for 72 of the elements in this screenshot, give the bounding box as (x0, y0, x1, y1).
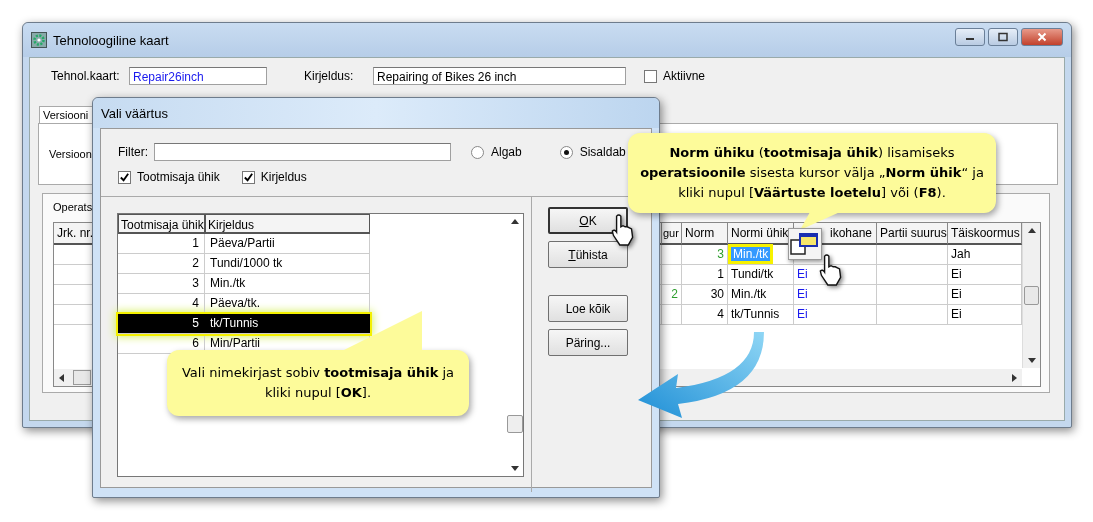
table-cell: 1 (682, 265, 728, 285)
unit-cell: 1 (118, 234, 205, 253)
column-header: Kirjeldus (205, 214, 370, 234)
close-button[interactable] (1021, 28, 1063, 46)
filter-field[interactable] (154, 143, 451, 161)
column-header: Tootmisaja ühik (118, 214, 205, 234)
scroll-thumb[interactable] (1024, 286, 1039, 305)
filter-label: Filter: (118, 145, 148, 159)
active-label: Aktiivne (663, 69, 706, 83)
value-list-icon[interactable] (788, 228, 822, 260)
dialog-button[interactable]: Päring... (548, 329, 628, 356)
column-header: Täiskoormus (948, 223, 1022, 245)
close-icon (1037, 32, 1047, 42)
radio-button[interactable] (471, 145, 484, 159)
radio-label: Algab (491, 145, 522, 159)
column-header: gur (662, 223, 682, 245)
scroll-down-icon[interactable] (1027, 358, 1036, 363)
checkbox[interactable] (241, 170, 255, 184)
scroll-right-icon[interactable] (1012, 373, 1017, 382)
card-field[interactable]: Repair26inch (129, 67, 267, 85)
column-header: Norm (682, 223, 728, 245)
column-header: Normi ühik (728, 223, 794, 245)
dialog-button[interactable]: Tühista (548, 241, 628, 268)
description-cell: tk/Tunnis (205, 314, 370, 333)
unit-cell: 2 (118, 254, 205, 273)
table-cell: Min./tk (728, 245, 794, 265)
hand-cursor-icon (818, 254, 844, 286)
vertical-scrollbar[interactable] (1022, 223, 1040, 368)
window-title: Tehnoloogiline kaart (53, 32, 169, 48)
description-cell: Päeva/Partii (205, 234, 370, 253)
gear-icon (31, 32, 47, 48)
dialog-button[interactable]: OK (548, 207, 628, 234)
description-field[interactable]: Repairing of Bikes 26 inch (373, 67, 626, 85)
maximize-button[interactable] (988, 28, 1018, 46)
table-cell: Tundi/tk (728, 265, 794, 285)
scroll-left-icon[interactable] (59, 373, 64, 382)
table-cell: tk/Tunnis (728, 305, 794, 325)
scroll-up-icon[interactable] (1027, 228, 1036, 233)
table-cell: 30 (682, 285, 728, 305)
table-cell: Ei (794, 305, 877, 325)
checkbox-label: Kirjeldus (260, 170, 307, 184)
maximize-icon (998, 32, 1008, 42)
unit-cell: 5 (118, 314, 205, 333)
table-cell: Min./tk (728, 285, 794, 305)
unit-cell: 3 (118, 274, 205, 293)
scroll-thumb[interactable] (506, 415, 523, 434)
description-cell: Min./tk (205, 274, 370, 293)
callout-text: Vali nimekirjast sobiv tootmisaja ühik ja kliki nupul [OK]. (181, 364, 455, 402)
radio-label: Sisaldab (579, 145, 626, 159)
list-row[interactable]: 5 tk/Tunnis (118, 314, 370, 334)
minimize-button[interactable] (955, 28, 985, 46)
list-row[interactable]: 1 Päeva/Partii (118, 234, 370, 254)
callout-text: Norm ühiku (tootmisaja ühik) lisamiseks operatsioonile sisesta kursor välja „Norm ühik“ ja kliki nupul [Väärtuste loetelu] või (F8). (640, 144, 984, 202)
operations-label: Operats (53, 201, 93, 213)
scroll-thumb[interactable] (73, 370, 91, 385)
scroll-down-icon[interactable] (510, 466, 519, 471)
dialog-title: Vali väärtus (101, 105, 168, 121)
description-cell: Tundi/1000 tk (205, 254, 370, 273)
description-label: Kirjeldus: (304, 69, 355, 83)
checkbox-label: Tootmisaja ühik (137, 170, 220, 184)
hand-cursor-icon (610, 214, 636, 246)
radio-button[interactable] (559, 145, 573, 159)
column-header: Partii suurus (877, 223, 948, 245)
table-cell: 4 (682, 305, 728, 325)
dialog-button[interactable]: Loe kõik (548, 295, 628, 322)
card-label: Tehnol.kaart: (51, 69, 121, 83)
list-row[interactable]: 3 Min./tk (118, 274, 370, 294)
checkbox[interactable] (118, 170, 131, 184)
table-cell: 2 (662, 285, 682, 305)
list-row[interactable]: 2 Tundi/1000 tk (118, 254, 370, 274)
active-checkbox[interactable] (644, 69, 657, 83)
version-label: Versioon (49, 148, 92, 160)
